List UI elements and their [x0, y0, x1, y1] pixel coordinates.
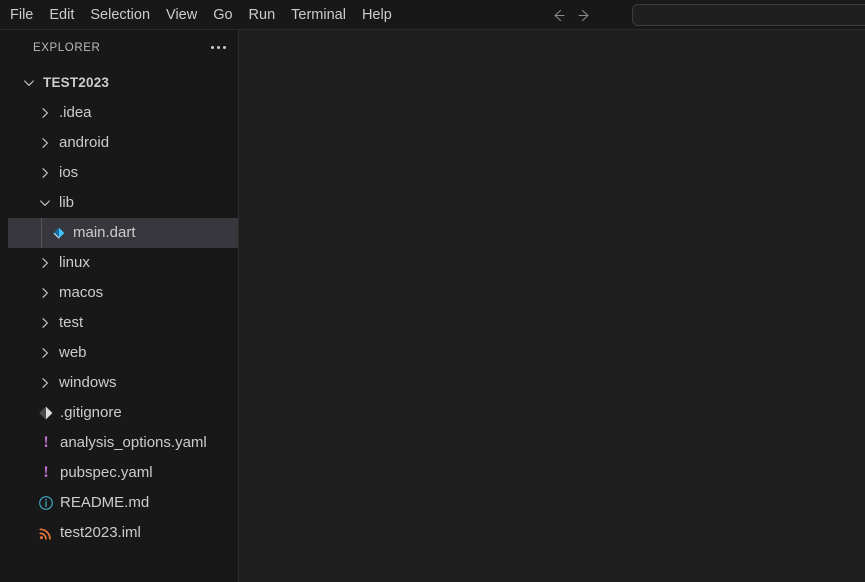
tree-item-label: linux [59, 254, 90, 271]
menu-terminal[interactable]: Terminal [283, 0, 354, 30]
tree-item-readme-md[interactable]: README.md [8, 488, 238, 518]
tree-item-label: web [59, 344, 87, 361]
tree-item-macos[interactable]: macos [8, 278, 238, 308]
chevron-right-icon[interactable] [36, 376, 54, 390]
menu-bar: File Edit Selection View Go Run Terminal Help [0, 0, 400, 30]
tree-item-label: test2023.iml [60, 524, 141, 541]
tree-item-idea[interactable]: .idea [8, 98, 238, 128]
tree-item-label: .gitignore [60, 404, 122, 421]
tree-item-label: lib [59, 194, 75, 211]
arrow-right-icon[interactable] [571, 4, 597, 26]
menu-selection[interactable]: Selection [82, 0, 158, 30]
tree-item-pubspec-yaml[interactable]: ! pubspec.yaml [8, 458, 238, 488]
menu-view[interactable]: View [158, 0, 205, 30]
menu-edit[interactable]: Edit [41, 0, 82, 30]
tree-item-label: README.md [60, 494, 150, 511]
dart-file-icon [49, 223, 69, 243]
chevron-right-icon[interactable] [36, 316, 54, 330]
explorer-sidebar: EXPLORER TEST2023 .idea android ios lib main.… [8, 30, 239, 582]
vscode-window: File Edit Selection View Go Run Terminal Help [0, 0, 865, 582]
tree-item-label: ios [59, 164, 79, 181]
tree-item-label: TEST2023 [43, 75, 110, 90]
tree-item-label: .idea [59, 104, 92, 121]
arrow-left-icon[interactable] [545, 4, 571, 26]
menu-go[interactable]: Go [205, 0, 240, 30]
tree-item-gitignore[interactable]: .gitignore [8, 398, 238, 428]
git-file-icon [36, 403, 56, 423]
tree-item-label: test [59, 314, 84, 331]
chevron-right-icon[interactable] [36, 106, 54, 120]
chevron-right-icon[interactable] [36, 346, 54, 360]
tree-item-web[interactable]: web [8, 338, 238, 368]
tree-item-label: macos [59, 284, 104, 301]
activity-bar[interactable] [0, 30, 8, 582]
chevron-right-icon[interactable] [36, 136, 54, 150]
tree-item-test[interactable]: test [8, 308, 238, 338]
info-file-icon [36, 493, 56, 513]
command-center-search-input[interactable] [632, 4, 865, 26]
chevron-down-icon[interactable] [36, 196, 54, 210]
menu-run[interactable]: Run [241, 0, 284, 30]
tree-item-label: windows [59, 374, 117, 391]
iml-file-icon [36, 523, 56, 543]
tree-item-lib[interactable]: lib [8, 188, 238, 218]
tree-item-analysis-options-yaml[interactable]: ! analysis_options.yaml [8, 428, 238, 458]
file-tree: TEST2023 .idea android ios lib main.dart linux… [8, 65, 238, 582]
chevron-right-icon[interactable] [36, 286, 54, 300]
explorer-title: EXPLORER [33, 41, 101, 54]
tree-item-label: pubspec.yaml [60, 464, 153, 481]
editor-area[interactable] [239, 30, 865, 582]
chevron-right-icon[interactable] [36, 256, 54, 270]
tree-item-main-dart[interactable]: main.dart [8, 218, 238, 248]
tree-item-test2023[interactable]: TEST2023 [8, 68, 238, 98]
tree-item-label: analysis_options.yaml [60, 434, 207, 451]
tree-item-windows[interactable]: windows [8, 368, 238, 398]
ellipsis-icon[interactable] [208, 42, 229, 53]
tree-item-label: main.dart [73, 224, 136, 241]
tree-item-linux[interactable]: linux [8, 248, 238, 278]
chevron-down-icon[interactable] [20, 76, 38, 90]
title-bar: File Edit Selection View Go Run Terminal Help [0, 0, 865, 30]
chevron-right-icon[interactable] [36, 166, 54, 180]
tree-item-ios[interactable]: ios [8, 158, 238, 188]
indent-guide [41, 218, 42, 248]
menu-help[interactable]: Help [354, 0, 400, 30]
tree-item-label: android [59, 134, 110, 151]
tree-item-android[interactable]: android [8, 128, 238, 158]
explorer-header: EXPLORER [8, 30, 238, 65]
workbench-body: EXPLORER TEST2023 .idea android ios lib main.… [0, 30, 865, 582]
yaml-file-icon: ! [43, 464, 49, 481]
navigation-controls [545, 0, 597, 30]
yaml-file-icon: ! [43, 434, 49, 451]
tree-item-test2023-iml[interactable]: test2023.iml [8, 518, 238, 548]
menu-file[interactable]: File [2, 0, 41, 30]
